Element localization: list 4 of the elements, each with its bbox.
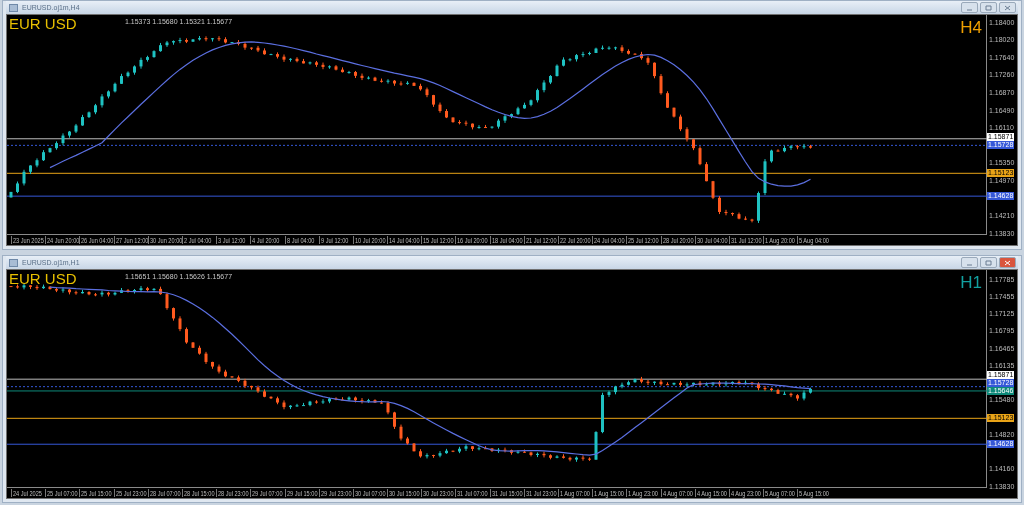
timeframe-label: H1 <box>960 274 982 291</box>
timeframe-label: H4 <box>960 19 982 36</box>
symbol-label: EUR USD <box>9 271 77 286</box>
symbol-label: EUR USD <box>9 16 77 31</box>
